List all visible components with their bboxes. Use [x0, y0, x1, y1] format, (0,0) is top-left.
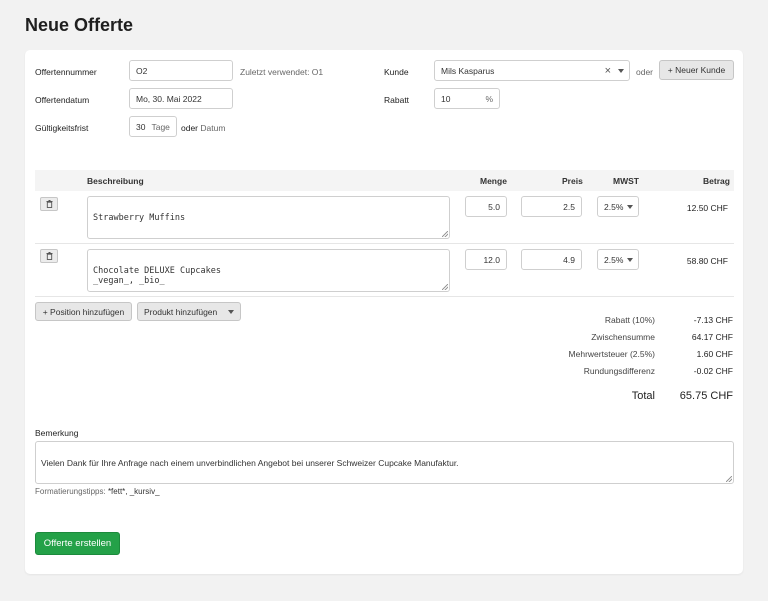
delete-row-button[interactable] — [40, 197, 58, 211]
customer-label: Kunde — [384, 67, 409, 77]
summary-rounding-label: Rundungsdifferenz — [583, 366, 655, 376]
row-amount: 58.80 CHF — [686, 256, 728, 266]
summary-total-label: Total — [631, 390, 655, 402]
row-quantity-value: 12.0 — [483, 254, 500, 265]
new-customer-button[interactable]: + Neuer Kunde — [659, 60, 734, 80]
offer-form-card: Offertennummer O2 Zuletzt verwendet: O1 … — [25, 50, 743, 574]
summary-vat-value: 1.60 CHF — [696, 349, 733, 359]
offer-number-label: Offertennummer — [35, 67, 97, 77]
discount-unit: % — [485, 93, 493, 104]
remark-value: Vielen Dank für Ihre Anfrage nach einem … — [41, 458, 459, 468]
trash-icon — [46, 200, 52, 208]
row-price-input[interactable]: 4.9 — [521, 249, 582, 270]
chevron-down-icon[interactable] — [618, 69, 624, 73]
add-product-label: Produkt hinzufügen — [144, 306, 218, 317]
header-quantity: Menge — [480, 176, 507, 186]
row-divider — [35, 243, 734, 244]
resize-handle-icon[interactable] — [442, 231, 448, 237]
remark-label: Bemerkung — [35, 428, 79, 438]
row-price-input[interactable]: 2.5 — [521, 196, 582, 217]
row-description-value: Strawberry Muffins — [93, 213, 186, 223]
resize-handle-icon[interactable] — [442, 284, 448, 290]
trash-icon — [46, 252, 52, 260]
offer-date-value: Mo, 30. Mai 2022 — [136, 93, 202, 104]
delete-row-button[interactable] — [40, 249, 58, 263]
summary-subtotal-label: Zwischensumme — [591, 332, 655, 342]
header-amount: Betrag — [703, 176, 730, 186]
header-price: Preis — [562, 176, 583, 186]
validity-days-input[interactable]: 30 Tage — [129, 116, 177, 137]
offer-date-label: Offertendatum — [35, 95, 90, 105]
row-quantity-value: 5.0 — [488, 201, 500, 212]
row-divider — [35, 296, 734, 297]
formatting-tips-prefix: Formatierungstipps: — [35, 487, 106, 496]
row-description-input[interactable]: Chocolate DELUXE Cupcakes _vegan_, _bio_ — [87, 249, 450, 292]
row-vat-value: 2.5% — [604, 254, 624, 265]
customer-clear-icon[interactable]: × — [605, 65, 611, 77]
customer-value: Mils Kasparus — [441, 65, 495, 76]
row-price-value: 2.5 — [563, 201, 575, 212]
chevron-down-icon — [627, 205, 633, 209]
header-description: Beschreibung — [87, 176, 144, 186]
row-price-value: 4.9 — [563, 254, 575, 265]
items-table-header: Beschreibung Menge Preis MWST Betrag — [35, 170, 734, 191]
row-amount: 12.50 CHF — [686, 203, 728, 213]
row-description-value: Chocolate DELUXE Cupcakes _vegan_, _bio_ — [93, 266, 221, 286]
discount-label: Rabatt — [384, 95, 410, 105]
add-product-dropdown[interactable]: Produkt hinzufügen — [137, 302, 241, 321]
remark-input[interactable]: Vielen Dank für Ihre Anfrage nach einem … — [35, 441, 734, 484]
formatting-tips: Formatierungstipps: *fett*, _kursiv_ — [35, 487, 160, 496]
row-description-input[interactable]: Strawberry Muffins — [87, 196, 450, 239]
resize-handle-icon[interactable] — [726, 476, 732, 482]
add-position-button[interactable]: + Position hinzufügen — [35, 302, 132, 321]
formatting-tips-text: *fett*, _kursiv_ — [107, 487, 160, 496]
summary-rounding-value: -0.02 CHF — [693, 366, 733, 376]
row-quantity-input[interactable]: 12.0 — [465, 249, 507, 270]
customer-select[interactable]: Mils Kasparus × — [434, 60, 630, 81]
validity-or-text: oder — [181, 123, 199, 133]
summary-vat-label: Mehrwertsteuer (2.5%) — [568, 349, 655, 359]
header-vat: MWST — [613, 176, 639, 186]
chevron-down-icon — [627, 258, 633, 262]
create-offer-button[interactable]: Offerte erstellen — [35, 532, 120, 555]
offer-number-value: O2 — [136, 65, 148, 76]
page-title: Neue Offerte — [25, 15, 134, 35]
discount-input[interactable]: 10 % — [434, 88, 500, 109]
summary-total-value: 65.75 CHF — [679, 390, 733, 402]
offer-number-input[interactable]: O2 — [129, 60, 233, 81]
offer-date-input[interactable]: Mo, 30. Mai 2022 — [129, 88, 233, 109]
row-vat-select[interactable]: 2.5% — [597, 249, 639, 270]
summary-discount-value: -7.13 CHF — [693, 315, 733, 325]
offer-number-hint: Zuletzt verwendet: O1 — [240, 67, 324, 77]
discount-value: 10 — [441, 93, 451, 104]
validity-label: Gültigkeitsfrist — [35, 123, 89, 133]
row-vat-select[interactable]: 2.5% — [597, 196, 639, 217]
validity-days-value: 30 — [136, 121, 146, 132]
summary-discount-label: Rabatt (10%) — [604, 315, 655, 325]
customer-or-text: oder — [636, 67, 654, 77]
chevron-down-icon — [228, 310, 234, 314]
validity-date-link[interactable]: Datum — [200, 123, 225, 133]
summary-subtotal-value: 64.17 CHF — [691, 332, 733, 342]
row-quantity-input[interactable]: 5.0 — [465, 196, 507, 217]
validity-unit: Tage — [151, 121, 170, 132]
row-vat-value: 2.5% — [604, 201, 624, 212]
